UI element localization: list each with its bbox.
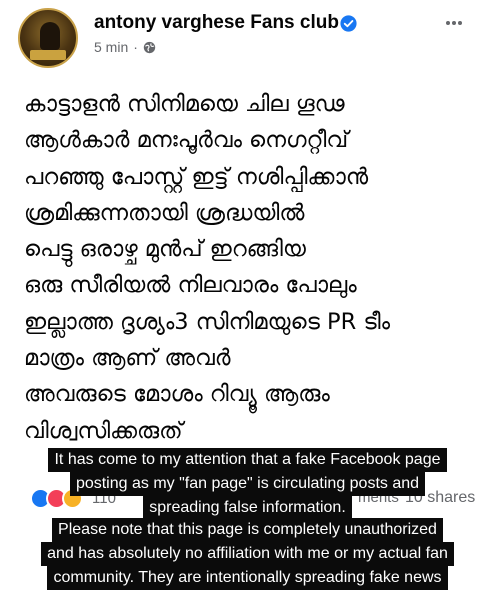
post-text-line: പെട്ടു ഒരാഴ്ച മുൻപ് ഇറങ്ങിയ xyxy=(24,236,306,263)
caption-line: posting as my "fan page" is circulating … xyxy=(69,472,426,496)
post-text-line: വിശ്വസിക്കരുത് xyxy=(24,417,183,444)
post-text-line: മാത്രം ആണ് അവർ xyxy=(24,345,231,372)
caption-line: spreading false information. xyxy=(143,496,352,520)
post-text-line: ശ്രമിക്കുന്നതായി ശ്രദ്ധയിൽ xyxy=(24,199,305,226)
facebook-post-card: antony varghese Fans club 5 min · കാട്ടാ… xyxy=(0,0,495,590)
caption-line: It has come to my attention that a fake … xyxy=(48,448,447,472)
overlay-caption-bottom: Please note that this page is completely… xyxy=(0,518,495,590)
page-avatar[interactable] xyxy=(18,8,78,68)
post-text-line: ആൾകാർ മനഃപൂർവം നെഗറ്റീവ് xyxy=(24,127,349,154)
meta-separator: · xyxy=(133,39,138,55)
more-options-icon[interactable] xyxy=(444,14,464,32)
caption-line: and has absolutely no affiliation with m… xyxy=(41,542,454,566)
post-text-line: ഒരു സീരിയൽ നിലവാരം പോലും xyxy=(24,272,357,299)
post-text-line: പറഞ്ഞു പോസ്റ്റ്‌ ഇട്ട് നശിപ്പിക്കാൻ xyxy=(24,163,369,190)
verified-badge-icon xyxy=(340,15,357,32)
page-name-link[interactable]: antony varghese Fans club xyxy=(94,12,339,34)
post-meta: 5 min · xyxy=(94,39,156,55)
globe-icon[interactable] xyxy=(143,41,156,54)
avatar-figure xyxy=(40,22,60,50)
avatar-logo-strip xyxy=(30,50,66,60)
post-text-line: കാട്ടാളൻ സിനിമയെ ചില ഗൂഢ xyxy=(24,91,345,117)
overlay-caption-top: It has come to my attention that a fake … xyxy=(0,448,495,520)
post-text-line: ഇല്ലാത്ത ദൃശ്യം3 സിനിമയുടെ PR ടീം xyxy=(24,308,391,335)
post-text-line: അവരുടെ മോശം റിവ്യൂ ആരും xyxy=(24,381,330,408)
caption-line: Please note that this page is completely… xyxy=(52,518,443,542)
post-text: കാട്ടാളൻ സിനിമയെ ചില ഗൂഢ ആൾകാർ മനഃപൂർവം … xyxy=(24,86,492,449)
post-timestamp[interactable]: 5 min xyxy=(94,39,128,55)
